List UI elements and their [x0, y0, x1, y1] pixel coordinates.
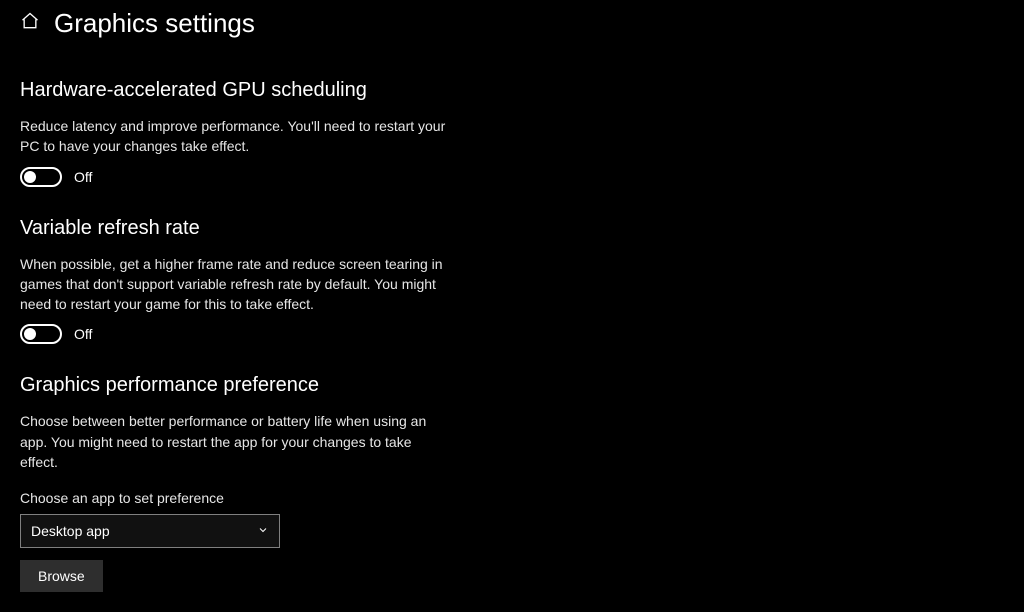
- variable-refresh-toggle-label: Off: [74, 326, 92, 342]
- browse-button[interactable]: Browse: [20, 560, 103, 592]
- toggle-knob: [24, 328, 36, 340]
- gpu-scheduling-toggle-label: Off: [74, 169, 92, 185]
- app-type-dropdown-value: Desktop app: [31, 523, 110, 539]
- app-type-dropdown[interactable]: Desktop app: [20, 514, 280, 548]
- gpu-scheduling-toggle[interactable]: [20, 167, 62, 187]
- section-variable-refresh: Variable refresh rate When possible, get…: [20, 217, 490, 345]
- gpu-scheduling-desc: Reduce latency and improve performance. …: [20, 116, 450, 157]
- toggle-knob: [24, 171, 36, 183]
- perf-pref-heading: Graphics performance preference: [20, 374, 490, 397]
- home-icon[interactable]: [20, 11, 40, 36]
- chevron-down-icon: [257, 523, 269, 539]
- variable-refresh-toggle[interactable]: [20, 324, 62, 344]
- section-gpu-scheduling: Hardware-accelerated GPU scheduling Redu…: [20, 79, 490, 187]
- variable-refresh-desc: When possible, get a higher frame rate a…: [20, 254, 450, 315]
- gpu-scheduling-heading: Hardware-accelerated GPU scheduling: [20, 79, 490, 102]
- page-title: Graphics settings: [54, 8, 255, 39]
- section-perf-pref: Graphics performance preference Choose b…: [20, 374, 490, 592]
- choose-app-label: Choose an app to set preference: [20, 490, 490, 506]
- variable-refresh-heading: Variable refresh rate: [20, 217, 490, 240]
- perf-pref-desc: Choose between better performance or bat…: [20, 411, 450, 472]
- page-header: Graphics settings: [20, 4, 1004, 49]
